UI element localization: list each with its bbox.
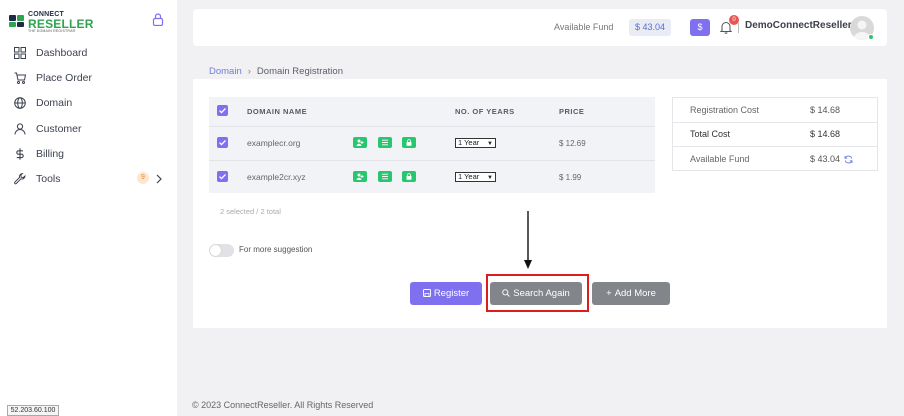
user-icon <box>14 122 26 135</box>
logo-mark-icon <box>9 15 24 27</box>
table-divider <box>209 160 655 161</box>
add-more-button-label: Add More <box>614 288 656 299</box>
user-plus-icon <box>356 139 364 146</box>
ip-address-label: 52.203.60.100 <box>7 405 59 416</box>
grid-icon <box>14 46 26 59</box>
sidebar: CONNECT RESELLER THE DOMAIN REGISTRAR Da… <box>0 0 177 416</box>
online-status-dot <box>868 34 874 40</box>
col-header-price: PRICE <box>559 107 585 116</box>
row-checkbox[interactable] <box>217 137 228 148</box>
breadcrumb-current: Domain Registration <box>256 66 343 77</box>
sidebar-item-dashboard[interactable]: Dashboard <box>0 40 177 65</box>
years-select[interactable]: 1 Year ▼ <box>455 172 496 182</box>
col-header-domain: DOMAIN NAME <box>247 107 308 116</box>
annotation-highlight-box <box>486 274 589 312</box>
domain-name: example2cr.xyz <box>247 172 306 182</box>
add-more-button[interactable]: + Add More <box>592 282 670 305</box>
sidebar-item-label: Domain <box>36 97 73 110</box>
lock-icon <box>406 173 412 180</box>
domain-price: $ 12.69 <box>559 139 586 148</box>
contact-button[interactable] <box>353 171 367 182</box>
wrench-icon <box>14 173 26 185</box>
sidebar-item-tools[interactable]: Tools 9 <box>0 166 177 191</box>
sidebar-item-billing[interactable]: Billing <box>0 141 177 166</box>
list-icon <box>382 173 388 180</box>
col-header-years: NO. OF YEARS <box>455 107 515 116</box>
header-divider <box>738 23 739 33</box>
footer-copyright: © 2023 ConnectReseller. All Rights Reser… <box>192 400 374 410</box>
brand-logo[interactable]: CONNECT RESELLER THE DOMAIN REGISTRAR <box>9 11 93 33</box>
register-button-label: Register <box>433 288 470 299</box>
summary-label: Total Cost <box>690 129 731 139</box>
cart-icon <box>14 72 26 84</box>
sidebar-item-customer[interactable]: Customer <box>0 116 177 141</box>
breadcrumb: Domain › Domain Registration <box>209 66 343 77</box>
summary-value: $ 14.68 <box>810 105 841 115</box>
domain-price: $ 1.99 <box>559 173 582 182</box>
years-select-value: 1 Year <box>458 138 480 147</box>
sidebar-item-label: Customer <box>36 122 82 135</box>
chevron-right-icon <box>156 175 162 184</box>
selection-count: 2 selected / 2 total <box>220 207 281 216</box>
toggle-knob <box>210 245 221 256</box>
years-select[interactable]: 1 Year ▼ <box>455 138 496 148</box>
row-checkbox[interactable] <box>217 171 228 182</box>
summary-value: $ 43.04 <box>810 154 841 164</box>
registration-card: DOMAIN NAME NO. OF YEARS PRICE examplecr… <box>193 87 887 328</box>
sidebar-nav: Dashboard Place Order Domain Customer Bi… <box>0 40 177 192</box>
user-plus-icon <box>356 173 364 180</box>
sidebar-item-place-order[interactable]: Place Order <box>0 65 177 90</box>
register-button[interactable]: Register <box>410 282 482 305</box>
chevron-down-icon: ▼ <box>487 175 493 181</box>
suggestion-toggle[interactable] <box>209 244 234 257</box>
table-divider <box>209 126 655 127</box>
checkmark-icon <box>219 139 226 146</box>
breadcrumb-domain-link[interactable]: Domain <box>209 66 242 77</box>
chevron-down-icon: ▼ <box>487 141 493 147</box>
lock-icon[interactable] <box>152 13 164 26</box>
nameserver-button[interactable] <box>378 171 392 182</box>
available-fund-label: Available Fund <box>554 22 614 32</box>
contact-button[interactable] <box>353 137 367 148</box>
nameserver-button[interactable] <box>378 137 392 148</box>
cost-summary: Registration Cost $ 14.68 Total Cost $ 1… <box>672 97 878 171</box>
domain-name: examplecr.org <box>247 138 301 148</box>
years-select-value: 1 Year <box>458 172 480 181</box>
summary-value: $ 14.68 <box>810 129 841 139</box>
add-fund-button[interactable]: $ <box>690 19 710 36</box>
top-header: Available Fund $ 43.04 $ 0 DemoConnectRe… <box>193 9 887 46</box>
suggestion-toggle-label: For more suggestion <box>239 245 313 254</box>
breadcrumb-chevron-icon: › <box>247 66 251 77</box>
privacy-lock-button[interactable] <box>402 137 416 148</box>
lock-icon <box>406 139 412 146</box>
list-icon <box>382 139 388 146</box>
save-icon <box>422 289 431 297</box>
annotation-arrow-icon <box>524 211 532 269</box>
domain-table: DOMAIN NAME NO. OF YEARS PRICE examplecr… <box>209 97 655 193</box>
summary-row-total: Total Cost $ 14.68 <box>673 122 877 146</box>
select-all-checkbox[interactable] <box>217 105 228 116</box>
privacy-lock-button[interactable] <box>402 171 416 182</box>
summary-label: Registration Cost <box>690 105 760 115</box>
checkmark-icon <box>219 107 226 114</box>
sidebar-item-domain[interactable]: Domain <box>0 91 177 116</box>
plus-icon: + <box>606 288 612 299</box>
brand-tagline: THE DOMAIN REGISTRAR <box>28 29 76 33</box>
sidebar-item-label: Place Order <box>36 71 93 84</box>
globe-icon <box>14 97 26 110</box>
username[interactable]: DemoConnectReseller <box>745 20 852 31</box>
sidebar-item-label: Dashboard <box>36 46 88 59</box>
checkmark-icon <box>219 173 226 180</box>
sidebar-item-label: Billing <box>36 147 65 160</box>
sidebar-item-label: Tools <box>36 173 61 186</box>
breadcrumb-strip <box>193 79 887 87</box>
refresh-icon[interactable] <box>844 155 853 164</box>
tools-count-badge: 9 <box>137 172 149 185</box>
dollar-icon <box>16 148 24 160</box>
available-fund-value: $ 43.04 <box>629 19 672 36</box>
summary-row-registration: Registration Cost $ 14.68 <box>673 98 877 122</box>
summary-label: Available Fund <box>690 154 750 164</box>
